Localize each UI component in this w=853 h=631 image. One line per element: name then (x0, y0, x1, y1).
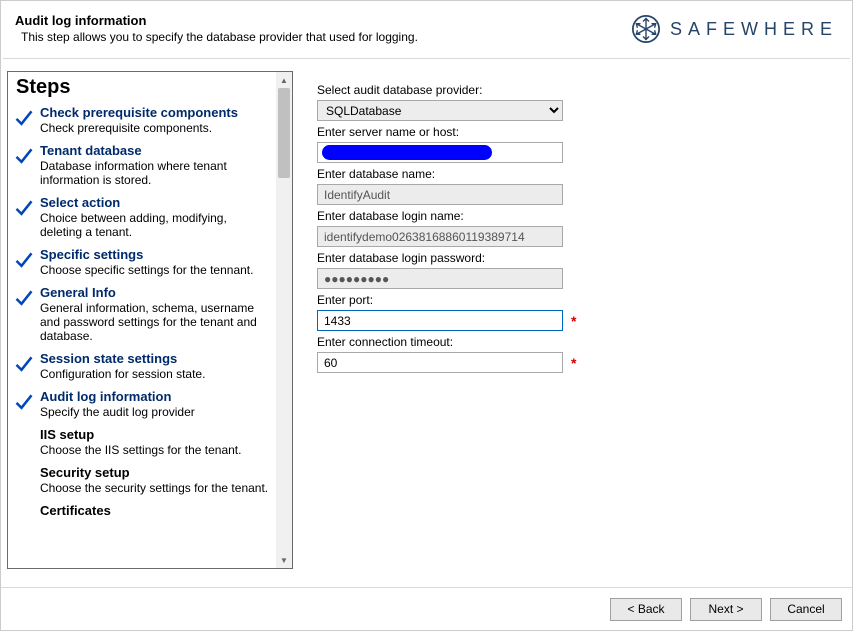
step-title: Session state settings (40, 351, 272, 366)
wizard-footer: < Back Next > Cancel (1, 587, 852, 630)
cancel-button[interactable]: Cancel (770, 598, 842, 621)
step-title: Specific settings (40, 247, 272, 262)
step-item-4[interactable]: General InfoGeneral information, schema,… (14, 285, 272, 343)
login-input[interactable] (317, 226, 563, 247)
step-desc: Choose specific settings for the tennant… (40, 263, 272, 277)
timeout-label: Enter connection timeout: (317, 335, 828, 349)
step-desc: Check prerequisite components. (40, 121, 272, 135)
step-item-5[interactable]: Session state settingsConfiguration for … (14, 351, 272, 381)
checkmark-icon (14, 287, 34, 309)
step-title: Check prerequisite components (40, 105, 272, 120)
brand-logo: SAFEWHERE (632, 9, 838, 43)
provider-select[interactable]: SQLDatabase (317, 100, 563, 121)
step-item-1[interactable]: Tenant databaseDatabase information wher… (14, 143, 272, 187)
step-title: Select action (40, 195, 272, 210)
step-desc: Configuration for session state. (40, 367, 272, 381)
page-subtitle: This step allows you to specify the data… (21, 30, 418, 44)
server-input[interactable] (317, 142, 563, 163)
form-panel: Select audit database provider: SQLDatab… (293, 71, 848, 573)
step-item-0[interactable]: Check prerequisite componentsCheck prere… (14, 105, 272, 135)
step-title: Certificates (40, 503, 272, 518)
step-icon-empty (14, 467, 34, 489)
password-label: Enter database login password: (317, 251, 828, 265)
step-title: IIS setup (40, 427, 272, 442)
steps-heading: Steps (16, 76, 272, 99)
back-button[interactable]: < Back (610, 598, 682, 621)
step-item-8[interactable]: Security setupChoose the security settin… (14, 465, 272, 495)
checkmark-icon (14, 197, 34, 219)
step-item-9[interactable]: Certificates (14, 503, 272, 527)
scroll-thumb[interactable] (278, 88, 290, 178)
header-divider (3, 58, 850, 59)
step-item-2[interactable]: Select actionChoice between adding, modi… (14, 195, 272, 239)
step-title: Tenant database (40, 143, 272, 158)
timeout-input[interactable] (317, 352, 563, 373)
step-desc: Specify the audit log provider (40, 405, 272, 419)
snowflake-icon (632, 15, 660, 43)
brand-name: SAFEWHERE (670, 19, 838, 40)
dbname-label: Enter database name: (317, 167, 828, 181)
scroll-up-icon[interactable]: ▲ (276, 72, 292, 88)
step-title: General Info (40, 285, 272, 300)
checkmark-icon (14, 249, 34, 271)
checkmark-icon (14, 353, 34, 375)
steps-scrollbar[interactable]: ▲ ▼ (276, 72, 292, 568)
step-desc: General information, schema, username an… (40, 301, 272, 343)
step-title: Audit log information (40, 389, 272, 404)
dbname-input[interactable] (317, 184, 563, 205)
step-desc: Choose the IIS settings for the tenant. (40, 443, 272, 457)
login-label: Enter database login name: (317, 209, 828, 223)
step-item-7[interactable]: IIS setupChoose the IIS settings for the… (14, 427, 272, 457)
steps-panel: Steps Check prerequisite componentsCheck… (7, 71, 293, 569)
port-input[interactable] (317, 310, 563, 331)
step-desc: Choose the security settings for the ten… (40, 481, 272, 495)
step-icon-empty (14, 429, 34, 451)
provider-label: Select audit database provider: (317, 83, 828, 97)
checkmark-icon (14, 391, 34, 413)
step-item-6[interactable]: Audit log informationSpecify the audit l… (14, 389, 272, 419)
step-item-3[interactable]: Specific settingsChoose specific setting… (14, 247, 272, 277)
step-title: Security setup (40, 465, 272, 480)
step-desc: Choice between adding, modifying, deleti… (40, 211, 272, 239)
required-icon: * (571, 313, 576, 329)
checkmark-icon (14, 145, 34, 167)
password-input[interactable] (317, 268, 563, 289)
next-button[interactable]: Next > (690, 598, 762, 621)
required-icon: * (571, 355, 576, 371)
step-desc: Database information where tenant inform… (40, 159, 272, 187)
page-title: Audit log information (15, 13, 418, 28)
step-icon-empty (14, 505, 34, 527)
scroll-down-icon[interactable]: ▼ (276, 552, 292, 568)
checkmark-icon (14, 107, 34, 129)
port-label: Enter port: (317, 293, 828, 307)
server-label: Enter server name or host: (317, 125, 828, 139)
